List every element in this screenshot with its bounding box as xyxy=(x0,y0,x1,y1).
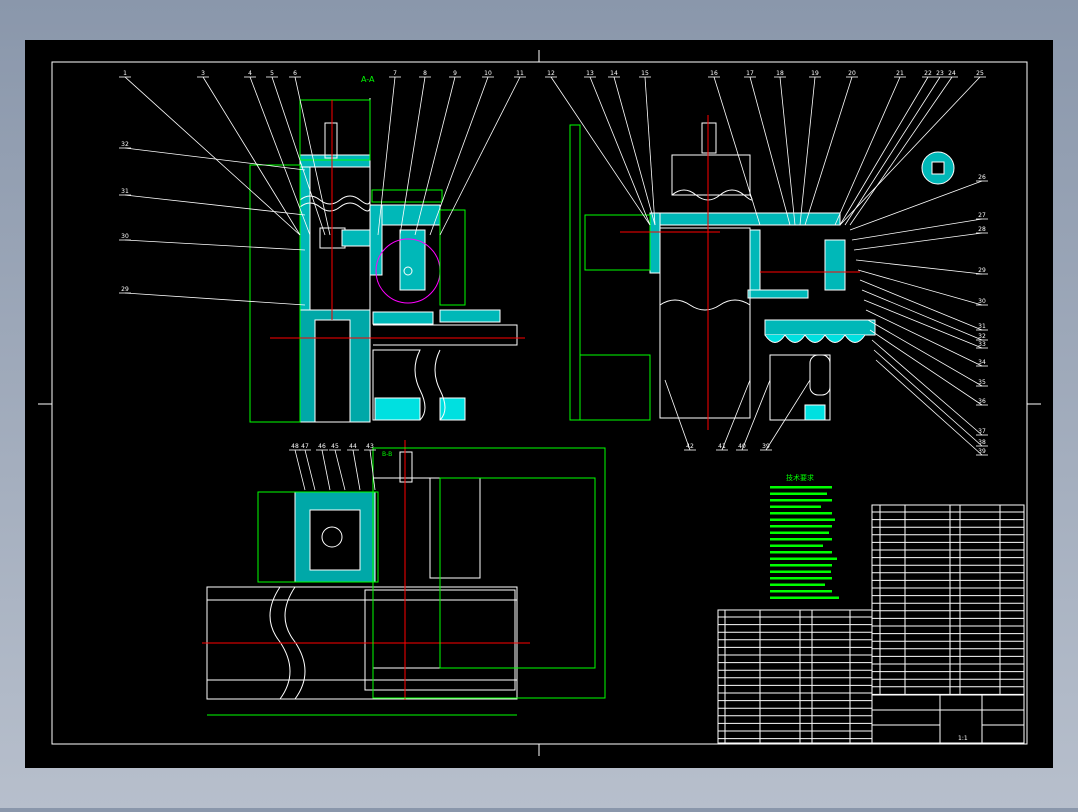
balloon-number: 35 xyxy=(978,379,986,386)
balloon-number: 30 xyxy=(978,298,986,305)
note-line xyxy=(770,551,832,554)
note-line xyxy=(770,544,823,547)
balloon-number: 12 xyxy=(547,70,555,77)
balloon-number: 32 xyxy=(121,141,129,148)
note-line xyxy=(770,557,837,560)
balloon-number: 1 xyxy=(123,70,127,77)
balloon-number: 36 xyxy=(978,398,986,405)
balloon-number: 18 xyxy=(776,70,784,77)
balloon-number: 22 xyxy=(924,70,932,77)
balloon-number: 3 xyxy=(201,70,205,77)
balloon-number: 13 xyxy=(586,70,594,77)
balloon-number: 9 xyxy=(453,70,457,77)
note-line xyxy=(770,518,835,521)
balloon-number: 28 xyxy=(978,226,986,233)
balloon-number: 7 xyxy=(393,70,397,77)
balloon-number: 6 xyxy=(293,70,297,77)
balloon-number: 8 xyxy=(423,70,427,77)
note-line xyxy=(770,564,832,567)
balloon-number: 38 xyxy=(978,439,986,446)
drawing-background xyxy=(25,40,1053,768)
balloon-number: 11 xyxy=(516,70,524,77)
assembly-drawing: 技术要求 1:1 A-A B-B 1 3 4 5 6 7 8 9 10 11 12 13 14 15 16 1… xyxy=(25,40,1053,768)
balloon-number: 31 xyxy=(978,323,986,330)
balloon-number: 40 xyxy=(738,443,746,450)
note-line xyxy=(770,512,832,515)
note-line xyxy=(770,577,832,580)
balloon-number: 23 xyxy=(936,70,944,77)
note-line xyxy=(770,596,839,599)
note-line xyxy=(770,590,832,593)
note-line xyxy=(770,538,832,541)
balloon-number: 47 xyxy=(301,443,309,450)
scale-text: 1:1 xyxy=(958,735,968,742)
balloon-number: 25 xyxy=(976,70,984,77)
section-label-main: A-A xyxy=(361,75,375,84)
balloon-number: 39 xyxy=(762,443,770,450)
section-label-plan: B-B xyxy=(382,451,392,458)
balloon-number: 10 xyxy=(484,70,492,77)
note-line xyxy=(770,583,825,586)
balloon-number: 4 xyxy=(248,70,252,77)
balloon-number: 43 xyxy=(366,443,374,450)
balloon-number: 16 xyxy=(710,70,718,77)
balloon-number: 41 xyxy=(718,443,726,450)
balloon-number: 32 xyxy=(978,333,986,340)
balloon-number: 48 xyxy=(291,443,299,450)
balloon-number: 39 xyxy=(978,448,986,455)
balloon-number: 31 xyxy=(121,188,129,195)
note-line xyxy=(770,499,832,502)
note-line xyxy=(770,531,829,534)
note-line xyxy=(770,486,832,489)
balloon-number: 27 xyxy=(978,212,986,219)
balloon-number: 21 xyxy=(896,70,904,77)
balloon-number: 5 xyxy=(270,70,274,77)
cad-drawing-sheet: 技术要求 1:1 A-A B-B 1 3 4 5 6 7 8 9 10 11 12 13 14 15 16 1… xyxy=(0,0,1078,808)
note-line xyxy=(770,525,832,528)
notes-title: 技术要求 xyxy=(786,473,814,482)
balloon-number: 42 xyxy=(686,443,694,450)
balloon-number: 24 xyxy=(948,70,956,77)
balloon-number: 45 xyxy=(331,443,339,450)
note-line xyxy=(770,570,831,573)
balloon-number: 29 xyxy=(121,286,129,293)
note-line xyxy=(770,505,821,508)
balloon-number: 17 xyxy=(746,70,754,77)
balloon-number: 46 xyxy=(318,443,326,450)
balloon-number: 19 xyxy=(811,70,819,77)
balloon-number: 34 xyxy=(978,359,986,366)
balloon-number: 33 xyxy=(978,341,986,348)
balloon-number: 44 xyxy=(349,443,357,450)
balloon-number: 26 xyxy=(978,174,986,181)
note-line xyxy=(770,492,827,495)
balloon-number: 14 xyxy=(610,70,618,77)
balloon-number: 37 xyxy=(978,428,986,435)
balloon-number: 20 xyxy=(848,70,856,77)
balloon-number: 30 xyxy=(121,233,129,240)
balloon-number: 15 xyxy=(641,70,649,77)
balloon-number: 29 xyxy=(978,267,986,274)
